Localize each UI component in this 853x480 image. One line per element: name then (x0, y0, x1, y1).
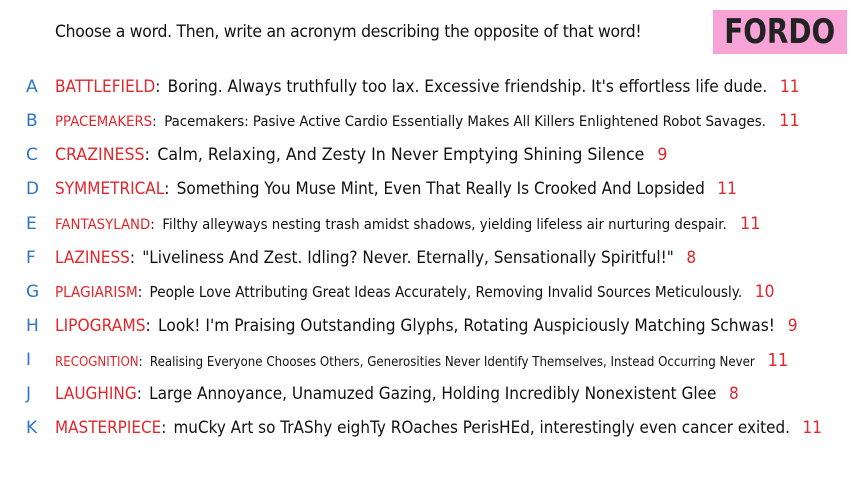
row-letter: E (26, 214, 37, 234)
row-count: 11 (717, 179, 737, 199)
row-acronym: Realising Everyone Chooses Others, Gener… (149, 354, 755, 370)
row-word: LAZINESS (55, 248, 130, 268)
brand-label: FORDO (724, 12, 836, 52)
row-word: LIPOGRAMS (55, 316, 146, 336)
row-count: 8 (729, 384, 739, 404)
row-letter: I (26, 350, 32, 370)
row-acronym: People Love Attributing Great Ideas Accu… (149, 283, 743, 301)
row-acronym: Pacemakers: Pasive Active Cardio Essenti… (164, 114, 766, 130)
row-count: 11 (779, 111, 800, 131)
row-word: RECOGNITION (55, 354, 139, 370)
row-count: 9 (657, 145, 668, 165)
row-count: 9 (787, 316, 798, 336)
row-letter: F (26, 248, 36, 268)
brand-badge: FORDO (713, 10, 847, 54)
row-acronym: Something You Muse Mint, Even That Reall… (176, 179, 705, 199)
row-word: MASTERPIECE (55, 418, 162, 438)
row-letter: D (26, 179, 40, 199)
row-word: SYMMETRICAL (55, 179, 165, 199)
row-count: 11 (779, 77, 800, 97)
row-word: LAUGHING (55, 384, 137, 404)
row-letter: B (26, 111, 38, 131)
row-acronym: Boring. Always truthfully too lax. Exces… (167, 77, 768, 97)
row-count: 11 (802, 418, 822, 438)
row-letter: K (26, 418, 38, 438)
row-count: 11 (740, 214, 761, 234)
row-acronym: Filthy alleyways nesting trash amidst sh… (162, 217, 727, 233)
row-word: PPACEMAKERS (55, 114, 153, 130)
row-letter: A (26, 77, 38, 97)
row-count: 11 (767, 349, 789, 371)
row-count: 10 (754, 282, 775, 302)
row-acronym: Look! I'm Praising Outstanding Glyphs, R… (158, 316, 775, 336)
row-acronym: Large Annoyance, Unamuzed Gazing, Holdin… (149, 384, 717, 404)
row-word: FANTASYLAND (55, 217, 151, 233)
row-word: PLAGIARISM (55, 283, 138, 301)
row-letter: J (26, 384, 32, 404)
row-acronym: muCky Art so TrAShy eighTy ROaches Peris… (173, 418, 791, 438)
row-count: 8 (686, 248, 697, 268)
prompt-text: Choose a word. Then, write an acronym de… (55, 22, 642, 42)
row-acronym: "Liveliness And Zest. Idling? Never. Ete… (142, 248, 674, 268)
row-letter: C (26, 145, 38, 165)
row-letter: H (26, 316, 39, 336)
row-word: CRAZINESS (55, 145, 145, 165)
row-acronym: Calm, Relaxing, And Zesty In Never Empty… (157, 145, 645, 165)
row-word: BATTLEFIELD (55, 77, 156, 97)
row-letter: G (26, 282, 40, 302)
